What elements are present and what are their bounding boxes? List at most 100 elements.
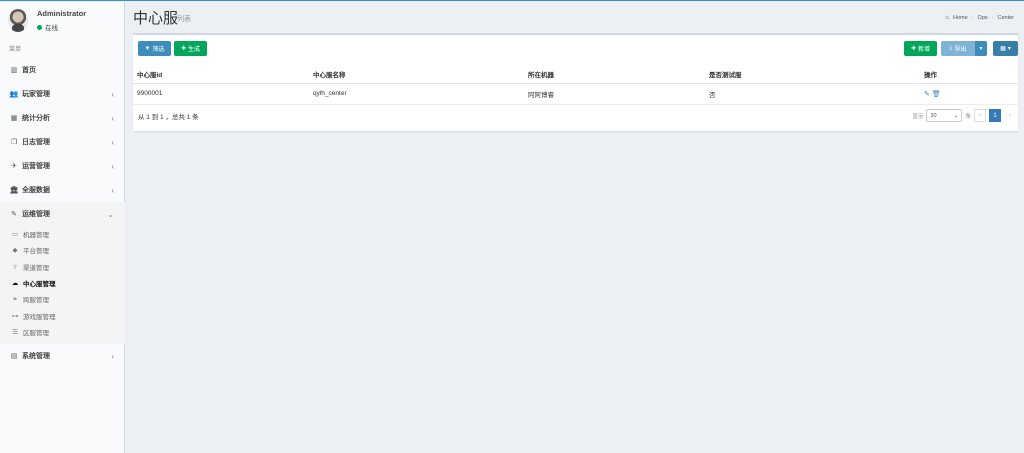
cloud-icon: ☁ xyxy=(11,280,19,288)
next-page-button[interactable]: › xyxy=(1004,109,1016,122)
bar-chart-icon: ▥ xyxy=(10,67,18,74)
calculator-icon: ▦ xyxy=(10,115,18,122)
page-size-select[interactable]: 20 ⌄ xyxy=(926,109,963,122)
breadcrumb-center: Center xyxy=(997,15,1014,21)
column-header-machine[interactable]: 所在机器 xyxy=(524,65,705,84)
table-header-row: 中心服id 中心服名称 所在机器 是否测试服 操作 xyxy=(133,65,1018,84)
sidebar-item-logs[interactable]: ❐ 日志管理 ‹ xyxy=(0,130,125,154)
cell-actions: ✎ 🗑 xyxy=(920,83,1018,105)
sidebar-subitem-label: 区服管理 xyxy=(23,329,49,337)
filter-button[interactable]: ▼ 筛选 xyxy=(138,41,171,56)
chevron-left-icon: ‹ xyxy=(111,161,114,171)
page-title: 中心服 xyxy=(133,10,179,27)
sidebar-item-label: 全服数据 xyxy=(22,187,50,194)
sidebar-nav: ▥ 首页 👥 玩家管理 ‹ ▦ 统计分析 ‹ ❐ 日志管理 ‹ ✈ 运营管理 ‹… xyxy=(0,58,125,368)
sidebar-item-platforms[interactable]: ◆ 平台管理 xyxy=(0,242,125,258)
export-button[interactable]: ⤓ 导出 xyxy=(941,41,975,56)
sidebar-item-machines[interactable]: ▭ 机器管理 xyxy=(0,226,125,242)
page-size-value: 20 xyxy=(930,112,937,119)
monitor-icon: ▭ xyxy=(11,231,19,239)
cell-name: qylh_center xyxy=(309,83,524,105)
online-dot-icon xyxy=(37,24,42,30)
page-size-label: 显示 xyxy=(912,113,924,120)
sidebar: Administrator 在线 菜单 ▥ 首页 👥 玩家管理 ‹ ▦ 统计分析… xyxy=(0,2,125,453)
plus-icon: ✚ xyxy=(180,46,186,52)
sidebar-item-players[interactable]: 👥 玩家管理 ‹ xyxy=(0,82,125,106)
plane-icon: ✈ xyxy=(11,163,17,170)
sidebar-item-center-servers[interactable]: ☁ 中心服管理 xyxy=(0,275,125,291)
devops-submenu: ▭ 机器管理 ◆ 平台管理 ▿ 渠道管理 ☁ 中心服管理 ⚭ 跨服管理 ⊶ 游戏… xyxy=(0,226,125,345)
cell-id: 9900001 xyxy=(133,83,309,105)
chevron-down-icon: ⌄ xyxy=(107,209,114,219)
sidebar-item-operations[interactable]: ✈ 运营管理 ‹ xyxy=(0,154,125,178)
page-size-unit: 条 xyxy=(965,113,971,120)
download-icon: ⤓ xyxy=(949,45,953,51)
sidebar-item-cross-servers[interactable]: ⚭ 跨服管理 xyxy=(0,291,125,307)
home-icon: ⌂ xyxy=(945,15,950,21)
export-dropdown-toggle[interactable]: ▾ xyxy=(975,41,987,56)
add-button[interactable]: ✚ 新增 xyxy=(904,41,937,56)
gamepad-icon: ⊶ xyxy=(11,312,19,320)
table-row: 9900001 qylh_center 阿阿博睿 否 ✎ 🗑 xyxy=(133,83,1018,105)
pagination: 显示 20 ⌄ 条 ‹ 1 › xyxy=(912,109,1016,122)
pagination-summary: 从 1 到 1 ，总共 1 条 xyxy=(138,114,199,121)
generate-button-label: 生成 xyxy=(188,47,201,53)
cell-machine: 阿阿博睿 xyxy=(524,83,705,105)
filter-icon: ▼ xyxy=(144,45,151,52)
diamond-icon: ◆ xyxy=(12,247,18,255)
column-header-name[interactable]: 中心服名称 xyxy=(309,65,524,84)
sidebar-item-zones[interactable]: ☰ 区服管理 xyxy=(0,324,125,340)
page-button-1[interactable]: 1 xyxy=(989,109,1001,122)
cell-test: 否 xyxy=(705,83,920,105)
plus-icon: ✚ xyxy=(910,46,916,52)
generate-button[interactable]: ✚ 生成 xyxy=(174,41,207,56)
user-status-label: 在线 xyxy=(45,25,58,32)
sidebar-item-game-servers[interactable]: ⊶ 游戏服管理 xyxy=(0,307,125,323)
breadcrumb: ⌂ Home › Ops › Center xyxy=(945,15,1014,21)
menu-header: 菜单 xyxy=(9,47,22,53)
sidebar-item-system[interactable]: ▤ 系统管理 ‹ xyxy=(0,344,125,368)
prev-page-button[interactable]: ‹ xyxy=(974,109,986,122)
chevron-left-icon: ‹ xyxy=(111,137,114,147)
page-subtitle: 列表 xyxy=(177,16,191,23)
columns-toggle-button[interactable]: ▦ ▾ xyxy=(993,41,1018,56)
sidebar-subitem-label: 渠道管理 xyxy=(23,264,49,272)
bank-icon: 🏛 xyxy=(9,187,19,194)
sidebar-item-label: 系统管理 xyxy=(22,353,50,361)
caret-down-icon: ▾ xyxy=(979,46,983,52)
trash-icon[interactable]: 🗑 xyxy=(932,91,941,98)
breadcrumb-home[interactable]: Home xyxy=(953,15,968,21)
sidebar-item-label: 运维管理 xyxy=(22,211,50,218)
funnel-icon: ▿ xyxy=(13,263,17,271)
sidebar-subitem-label: 平台管理 xyxy=(23,248,49,256)
users-icon: 👥 xyxy=(9,91,19,98)
sidebar-subitem-label: 游戏服管理 xyxy=(23,313,56,321)
sidebar-item-label: 玩家管理 xyxy=(22,91,50,98)
column-header-id[interactable]: 中心服id xyxy=(133,65,309,84)
chevron-down-icon: ⌄ xyxy=(953,112,959,119)
caret-down-icon: ▾ xyxy=(1007,46,1011,52)
add-button-label: 新增 xyxy=(918,47,931,53)
sidebar-item-label: 统计分析 xyxy=(22,115,50,122)
chevron-left-icon: ‹ xyxy=(111,89,114,99)
user-status: 在线 xyxy=(37,22,58,32)
avatar xyxy=(8,9,28,32)
user-panel: Administrator 在线 xyxy=(0,2,124,38)
export-button-label: 导出 xyxy=(954,47,967,53)
chevron-left-icon: ‹ xyxy=(111,113,114,123)
breadcrumb-separator: › xyxy=(971,15,974,21)
tools-icon: ✎ xyxy=(11,211,17,218)
sidebar-item-devops[interactable]: ✎ 运维管理 ⌄ xyxy=(0,202,125,226)
sidebar-item-server-data[interactable]: 🏛 全服数据 ‹ xyxy=(0,178,125,202)
column-header-test[interactable]: 是否测试服 xyxy=(705,65,920,84)
chevron-left-icon: ‹ xyxy=(111,351,114,361)
list-ul-icon: ☰ xyxy=(12,328,18,336)
user-name: Administrator xyxy=(37,9,87,18)
breadcrumb-separator: › xyxy=(991,15,994,21)
sidebar-item-statistics[interactable]: ▦ 统计分析 ‹ xyxy=(0,106,125,130)
sidebar-item-home[interactable]: ▥ 首页 xyxy=(0,58,125,82)
column-header-actions: 操作 xyxy=(920,65,1018,84)
sidebar-item-channels[interactable]: ▿ 渠道管理 xyxy=(0,259,125,275)
edit-icon[interactable]: ✎ xyxy=(924,91,930,98)
breadcrumb-ops[interactable]: Ops xyxy=(978,15,988,21)
